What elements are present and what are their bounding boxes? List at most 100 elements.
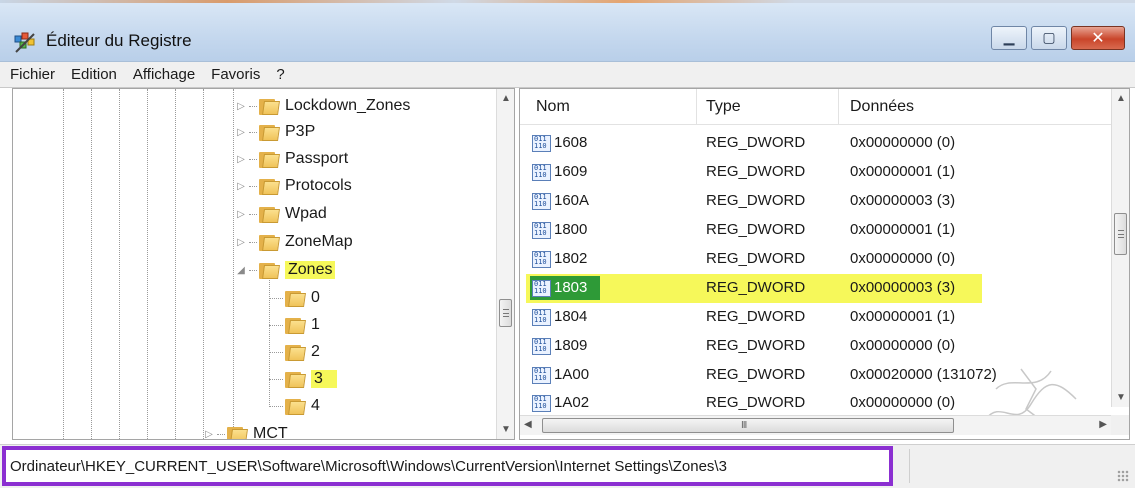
list-item[interactable]: 011 110 160A REG_DWORD 0x00000003 (3) (520, 187, 1113, 216)
tree-item-label: 1 (311, 316, 320, 333)
maximize-button[interactable]: ▢ (1031, 26, 1067, 50)
list-vertical-scrollbar[interactable]: ▲ ▼ (1111, 89, 1129, 407)
expand-arrow-icon[interactable]: ▷ (235, 101, 247, 112)
folder-icon (285, 316, 306, 334)
collapse-arrow-icon[interactable]: ◢ (235, 265, 247, 276)
menu-bar: Fichier Edition Affichage Favoris ? (0, 62, 1135, 88)
scroll-thumb[interactable] (1114, 213, 1127, 255)
tree-guide-line (175, 89, 176, 439)
reg-dword-icon: 011 110 (532, 135, 551, 152)
expand-arrow-icon[interactable]: ▷ (235, 237, 247, 248)
tree-item-label: 0 (311, 289, 320, 306)
reg-dword-icon: 011 110 (532, 367, 551, 384)
status-bar: Ordinateur\HKEY_CURRENT_USER\Software\Mi… (0, 444, 1135, 488)
expand-arrow-icon[interactable]: ▷ (235, 181, 247, 192)
list-horizontal-scrollbar[interactable]: ◀ III ▶ (520, 415, 1113, 435)
tree-item-zone-3[interactable]: 3 (269, 366, 337, 392)
list-item-selected[interactable]: 011 110 1803 REG_DWORD 0x00000003 (3) (520, 274, 1113, 303)
scroll-grip: III (741, 420, 747, 431)
title-bar: Éditeur du Registre ▁ ▢ ✕ (0, 0, 1135, 62)
resize-grip-icon[interactable] (1117, 470, 1129, 482)
folder-icon (227, 425, 248, 439)
tree-item-label: 4 (311, 397, 320, 414)
window-title: Éditeur du Registre (46, 31, 192, 50)
folder-icon (259, 97, 280, 115)
scroll-left-arrow-icon[interactable]: ◀ (524, 419, 532, 430)
tree-item-zone-2[interactable]: 2 (269, 339, 320, 365)
scroll-down-arrow-icon[interactable]: ▼ (497, 424, 514, 435)
tree-vertical-scrollbar[interactable]: ▲ ▼ (496, 89, 514, 439)
tree-item-protocols[interactable]: ▷ Protocols (235, 173, 352, 199)
scroll-thumb[interactable] (499, 299, 512, 327)
list-item[interactable]: 011 110 1802 REG_DWORD 0x00000000 (0) (520, 245, 1113, 274)
title-bar-accent (0, 0, 1135, 3)
folder-open-icon (285, 370, 306, 388)
folder-icon (259, 150, 280, 168)
close-button[interactable]: ✕ (1071, 26, 1125, 50)
tree-guide-line (147, 89, 148, 439)
menu-affichage[interactable]: Affichage (133, 66, 195, 83)
list-item[interactable]: 011 110 1800 REG_DWORD 0x00000001 (1) (520, 216, 1113, 245)
tree-guide-line (203, 89, 204, 439)
tree-item-label: Wpad (285, 205, 327, 222)
scrollbar-corner (1111, 415, 1129, 435)
reg-dword-icon: 011 110 (532, 164, 551, 181)
tree-item-label: ZoneMap (285, 233, 353, 250)
tree-item-lockdown-zones[interactable]: ▷ Lockdown_Zones (235, 93, 410, 119)
menu-help[interactable]: ? (276, 66, 284, 83)
menu-edition[interactable]: Edition (71, 66, 117, 83)
tree-item-label: Zones (285, 261, 336, 279)
reg-dword-icon: 011 110 (532, 309, 551, 326)
menu-favoris[interactable]: Favoris (211, 66, 260, 83)
reg-dword-icon: 011 110 (532, 280, 551, 297)
list-item[interactable]: 011 110 1809 REG_DWORD 0x00000000 (0) (520, 332, 1113, 361)
column-header-donnees[interactable]: Données (850, 98, 914, 116)
status-path: Ordinateur\HKEY_CURRENT_USER\Software\Mi… (2, 446, 893, 486)
folder-icon (285, 343, 306, 361)
tree-item-passport[interactable]: ▷ Passport (235, 146, 348, 172)
minimize-button[interactable]: ▁ (991, 26, 1027, 50)
folder-icon (259, 177, 280, 195)
scroll-up-arrow-icon[interactable]: ▲ (1112, 93, 1129, 104)
tree-item-label: Lockdown_Zones (285, 97, 411, 114)
folder-icon (259, 123, 280, 141)
values-list-pane[interactable]: Nom Type Données 011 110 1608 REG_DWORD 0… (519, 88, 1130, 440)
tree-item-p3p[interactable]: ▷ P3P (235, 119, 315, 145)
scroll-right-arrow-icon[interactable]: ▶ (1099, 419, 1107, 430)
tree-item-zonemap[interactable]: ▷ ZoneMap (235, 229, 353, 255)
reg-dword-icon: 011 110 (532, 193, 551, 210)
maximize-icon: ▢ (1042, 29, 1056, 45)
expand-arrow-icon[interactable]: ▷ (203, 429, 215, 440)
expand-arrow-icon[interactable]: ▷ (235, 127, 247, 138)
tree-item-label: 3 (311, 370, 337, 388)
scroll-up-arrow-icon[interactable]: ▲ (497, 93, 514, 104)
tree-item-zone-1[interactable]: 1 (269, 312, 320, 338)
tree-item-label: Protocols (285, 177, 352, 194)
reg-dword-icon: 011 110 (532, 338, 551, 355)
column-header-nom[interactable]: Nom (536, 98, 570, 116)
tree-guide-line (119, 89, 120, 439)
tree-item-zone-0[interactable]: 0 (269, 285, 320, 311)
menu-fichier[interactable]: Fichier (10, 66, 55, 83)
tree-item-label: MCT (253, 425, 288, 440)
minimize-icon: ▁ (1003, 29, 1015, 45)
list-item[interactable]: 011 110 1804 REG_DWORD 0x00000001 (1) (520, 303, 1113, 332)
registry-editor-icon (14, 32, 35, 53)
scroll-thumb[interactable]: III (542, 418, 954, 433)
expand-arrow-icon[interactable]: ▷ (235, 209, 247, 220)
folder-icon (285, 397, 306, 415)
expand-arrow-icon[interactable]: ▷ (235, 154, 247, 165)
list-item[interactable]: 011 110 1609 REG_DWORD 0x00000001 (1) (520, 158, 1113, 187)
tree-item-wpad[interactable]: ▷ Wpad (235, 201, 327, 227)
folder-icon (259, 205, 280, 223)
scroll-down-arrow-icon[interactable]: ▼ (1112, 392, 1129, 403)
tree-guide-line (91, 89, 92, 439)
tree-item-zone-4[interactable]: 4 (269, 393, 320, 419)
tree-item-mct[interactable]: ▷ MCT (203, 421, 288, 440)
tree-item-zones[interactable]: ◢ Zones (235, 257, 336, 283)
column-header-type[interactable]: Type (706, 98, 741, 116)
tree-pane[interactable]: ▷ Lockdown_Zones ▷ P3P ▷ Passport ▷ Prot… (12, 88, 515, 440)
reg-dword-icon: 011 110 (532, 395, 551, 412)
list-item[interactable]: 011 110 1608 REG_DWORD 0x00000000 (0) (520, 129, 1113, 158)
reg-dword-icon: 011 110 (532, 251, 551, 268)
